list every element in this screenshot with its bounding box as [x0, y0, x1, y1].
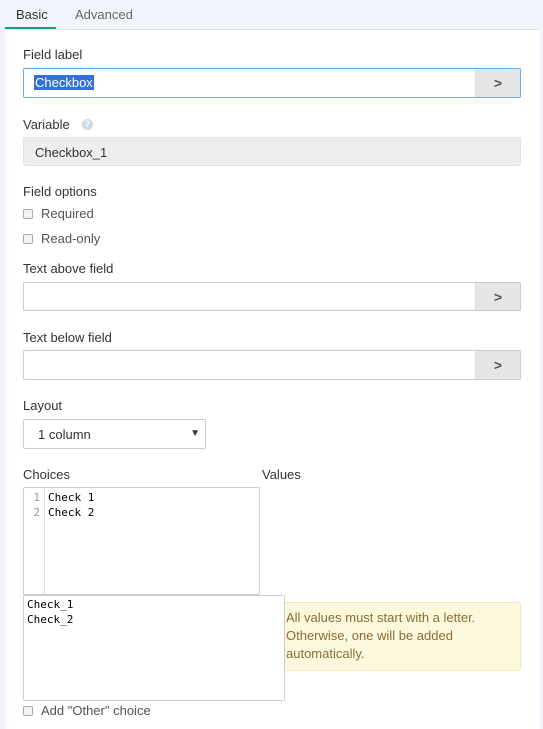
add-other-choice-checkbox[interactable]	[23, 706, 33, 716]
text-below-field-input[interactable]: >	[23, 350, 521, 380]
text-above-field-label: Text above field	[23, 261, 114, 276]
field-options-label: Field options	[23, 184, 97, 199]
choice-line: Check 2	[48, 506, 95, 519]
value-line: Check_2	[27, 613, 74, 626]
field-label-expand-button[interactable]: >	[475, 69, 520, 97]
values-note-text: All values must start with a letter. Oth…	[286, 610, 476, 661]
tab-advanced[interactable]: Advanced	[75, 7, 133, 22]
line-number-gutter: 1 2	[24, 488, 45, 594]
expand-button[interactable]: >	[475, 351, 520, 379]
required-label: Required	[41, 206, 94, 221]
variable-label: Variable	[23, 117, 70, 132]
variable-input: Checkbox_1	[23, 137, 521, 166]
expand-button[interactable]: >	[475, 283, 520, 310]
chevron-right-icon: >	[493, 75, 503, 91]
chevron-right-icon: >	[493, 357, 503, 373]
field-label-input[interactable]: Checkbox >	[23, 68, 521, 98]
read-only-checkbox[interactable]	[23, 234, 33, 244]
question-circle-icon[interactable]: ?	[82, 119, 93, 130]
text-above-field-input[interactable]: >	[23, 282, 521, 311]
variable-value: Checkbox_1	[35, 145, 108, 160]
required-checkbox[interactable]	[23, 209, 33, 219]
choice-line: Check 1	[48, 491, 95, 504]
values-textarea[interactable]: Check_1 Check_2	[23, 595, 285, 701]
tab-basic[interactable]: Basic	[16, 7, 48, 22]
text-below-field-label: Text below field	[23, 330, 112, 345]
dropdown-arrow-icon: ▼	[190, 428, 200, 439]
read-only-label: Read-only	[41, 231, 101, 246]
line-number: 1	[33, 491, 40, 504]
line-number: 2	[33, 506, 40, 519]
value-line: Check_1	[27, 598, 74, 611]
chevron-right-icon: >	[493, 288, 503, 305]
field-label-label: Field label	[23, 47, 83, 62]
add-other-choice-label: Add "Other" choice	[41, 703, 151, 718]
values-label: Values	[262, 467, 301, 482]
layout-select[interactable]: 1 column ▼	[23, 419, 206, 449]
choices-editor[interactable]: 1 2 Check 1 Check 2	[23, 487, 260, 595]
layout-label: Layout	[23, 398, 63, 413]
field-label-value: Checkbox	[34, 75, 94, 90]
layout-selected-value: 1 column	[38, 427, 91, 442]
choices-label: Choices	[23, 467, 70, 482]
